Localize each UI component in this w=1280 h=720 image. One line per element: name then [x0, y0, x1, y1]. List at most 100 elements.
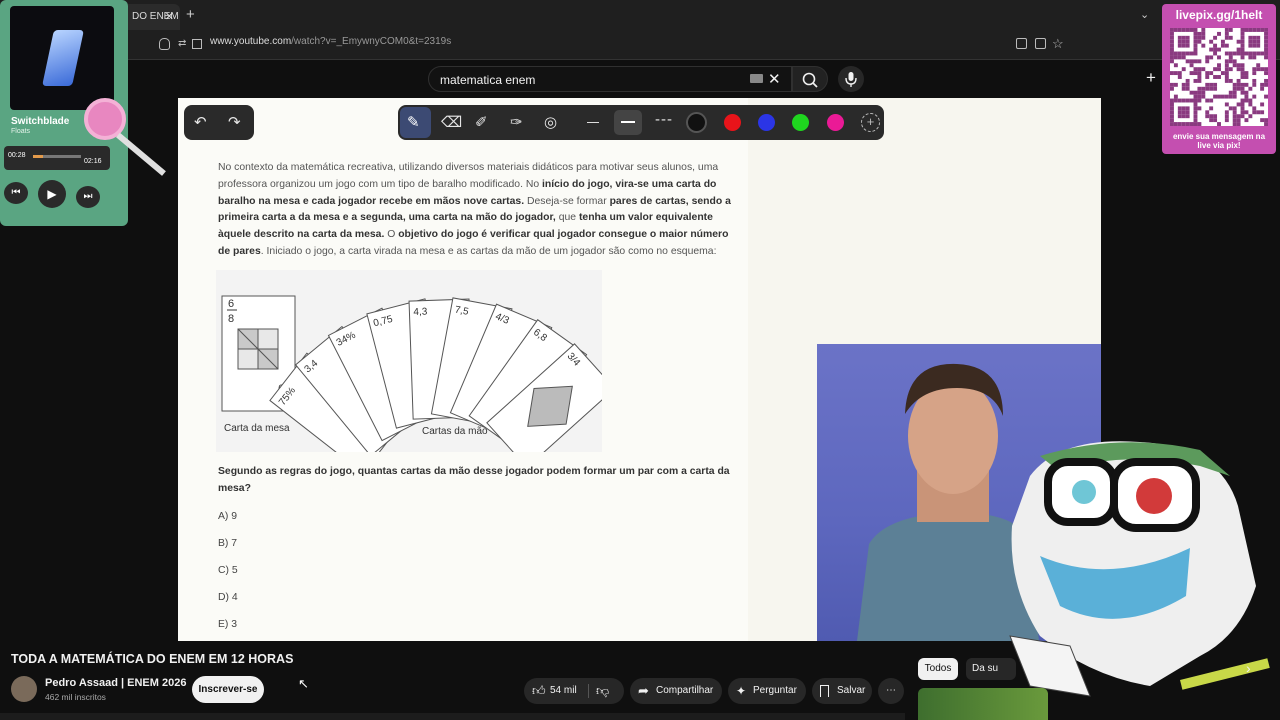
dashed-line-icon[interactable]: ---: [655, 111, 673, 128]
search-button[interactable]: [792, 66, 828, 92]
pen-icon[interactable]: ✎: [407, 113, 420, 131]
card-diagram: 6 8 6 8 Carta da mesa 75%3,434%0,754,37,…: [221, 295, 616, 474]
save-bookmark-icon: [820, 685, 829, 697]
comments-scroll-edge: [0, 713, 905, 720]
progress-fill: [33, 155, 43, 158]
lollipop-stick: [116, 132, 166, 176]
statement-text-3: que: [555, 212, 579, 224]
previous-track-icon[interactable]: ⏮: [4, 182, 28, 204]
share-icon: ➦: [638, 683, 649, 698]
more-actions-icon[interactable]: ⋯: [878, 678, 904, 704]
color-red-swatch[interactable]: [724, 114, 741, 131]
question-statement: No contexto da matemática recreativa, ut…: [218, 160, 738, 261]
hand-cards-label: Cartas da mão: [422, 426, 488, 437]
new-tab-icon[interactable]: +: [186, 6, 195, 23]
subscribe-button[interactable]: Inscrever-se: [192, 676, 264, 703]
progress-track[interactable]: [33, 155, 81, 158]
statement-text-4: O: [384, 229, 399, 241]
channel-avatar[interactable]: [11, 676, 37, 702]
create-icon[interactable]: +: [1146, 68, 1156, 88]
clear-search-icon[interactable]: ✕: [768, 70, 781, 88]
card-figure: 6 8 6 8 Carta da mesa 75%3,434%0,754,37,…: [216, 270, 616, 474]
chip-all[interactable]: Todos: [918, 658, 958, 680]
laser-pointer-icon[interactable]: ◎: [544, 113, 557, 131]
table-card-numerator: 6: [228, 298, 234, 310]
eraser-icon[interactable]: ⌫: [441, 113, 462, 131]
search-input[interactable]: matematica enem: [428, 66, 792, 92]
statement-text-2: Deseja-se formar: [524, 195, 610, 207]
share-label: Compartilhar: [656, 685, 714, 696]
bookmark-star-icon[interactable]: ☆: [1052, 36, 1064, 52]
ask-label: Perguntar: [753, 685, 797, 696]
shield-icon[interactable]: [159, 38, 170, 50]
sparkle-icon: ✦: [736, 684, 747, 698]
tab-list-chevron-icon[interactable]: ⌄: [1140, 8, 1149, 21]
marker-icon[interactable]: ✑: [510, 113, 523, 131]
tune-icon[interactable]: ⇄: [178, 38, 186, 49]
livepix-url: livepix.gg/1helt: [1175, 8, 1263, 22]
picture-in-picture-icon[interactable]: [1016, 38, 1027, 49]
album-art: [10, 6, 114, 110]
color-magenta-swatch[interactable]: [827, 114, 844, 131]
like-dislike-group: 👍︎ 54 mil 👎︎: [524, 678, 624, 704]
table-card-label: Carta da mesa: [224, 423, 290, 434]
medium-line-icon[interactable]: [621, 121, 635, 123]
custom-color-icon[interactable]: +: [861, 113, 880, 132]
play-icon[interactable]: ▶: [38, 180, 66, 208]
ask-button[interactable]: ✦ Perguntar: [728, 678, 806, 704]
hand-card-label: 4,3: [413, 307, 428, 318]
video-title: TODA A MATEMÁTICA DO ENEM EM 12 HORAS: [11, 652, 294, 666]
like-count[interactable]: 54 mil: [550, 678, 577, 704]
undo-icon[interactable]: ↶: [194, 113, 207, 131]
undo-redo-group: ↶ ↷: [184, 105, 254, 140]
question-prompt: Segundo as regras do jogo, quantas carta…: [218, 466, 730, 494]
option-e[interactable]: E) 3: [218, 619, 237, 630]
total-time: 02:16: [84, 158, 102, 165]
track-title: Switchblade: [11, 116, 70, 127]
pixel-mascot-image: [1009, 441, 1270, 697]
like-divider: [588, 684, 589, 698]
qr-code-image: [1170, 28, 1268, 126]
album-art-crystal: [42, 30, 84, 86]
voice-search-button[interactable]: [838, 66, 864, 92]
option-a[interactable]: A) 9: [218, 511, 237, 522]
highlighter-icon[interactable]: ✐: [475, 113, 488, 131]
table-card-square-icon: [237, 328, 279, 370]
music-player-widget: Switchblade Floats 00:28 02:16 ⏮ ▶ ⏭: [0, 0, 166, 226]
qr-code-pattern: [1170, 28, 1268, 126]
table-card-denominator: 8: [228, 313, 234, 325]
redo-icon[interactable]: ↷: [228, 113, 241, 131]
search-icon: [802, 72, 818, 88]
option-c[interactable]: C) 5: [218, 565, 238, 576]
url-field[interactable]: www.youtube.com/watch?v=_EmywnyCOM0&t=23…: [210, 36, 451, 47]
color-green-swatch[interactable]: [792, 114, 809, 131]
permissions-icon[interactable]: [192, 39, 202, 49]
livepix-caption: envie sua mensagem na live via pix!: [1172, 132, 1266, 150]
share-button[interactable]: ➦ Compartilhar: [630, 678, 722, 704]
option-b[interactable]: B) 7: [218, 538, 237, 549]
recommended-thumbnail[interactable]: [918, 688, 1048, 720]
color-black-swatch[interactable]: [688, 114, 705, 131]
chips-next-icon[interactable]: ›: [1246, 660, 1251, 676]
channel-name[interactable]: Pedro Assaad | ENEM 2026: [45, 677, 186, 689]
dislike-icon[interactable]: 👎︎: [596, 678, 609, 704]
close-tab-icon[interactable]: ✕: [165, 10, 174, 23]
livepix-qr-widget: livepix.gg/1helt envie sua mensagem na l…: [1162, 4, 1276, 154]
chip-channel[interactable]: Da su: [966, 658, 1016, 680]
microphone-icon: [845, 72, 857, 87]
elapsed-time: 00:28: [8, 152, 26, 159]
statement-text-5: . Iniciado o jogo, a carta virada na mes…: [260, 245, 717, 257]
color-blue-swatch[interactable]: [758, 114, 775, 131]
drawing-toolbar: ✎ ⌫ ✐ ✑ ◎ --- +: [398, 105, 884, 140]
url-path: /watch?v=_EmywnyCOM0&t=2319s: [291, 36, 452, 47]
like-icon[interactable]: 👍︎: [532, 678, 546, 704]
reader-view-icon[interactable]: [1035, 38, 1046, 49]
track-artist: Floats: [11, 128, 31, 135]
next-track-icon[interactable]: ⏭: [76, 186, 100, 208]
save-button[interactable]: Salvar: [812, 678, 872, 704]
keyboard-icon[interactable]: [750, 74, 763, 83]
url-host: www.youtube.com: [210, 36, 292, 47]
thin-line-icon[interactable]: [587, 122, 599, 123]
option-d[interactable]: D) 4: [218, 592, 238, 603]
mouse-cursor-icon: ↖: [298, 676, 309, 691]
